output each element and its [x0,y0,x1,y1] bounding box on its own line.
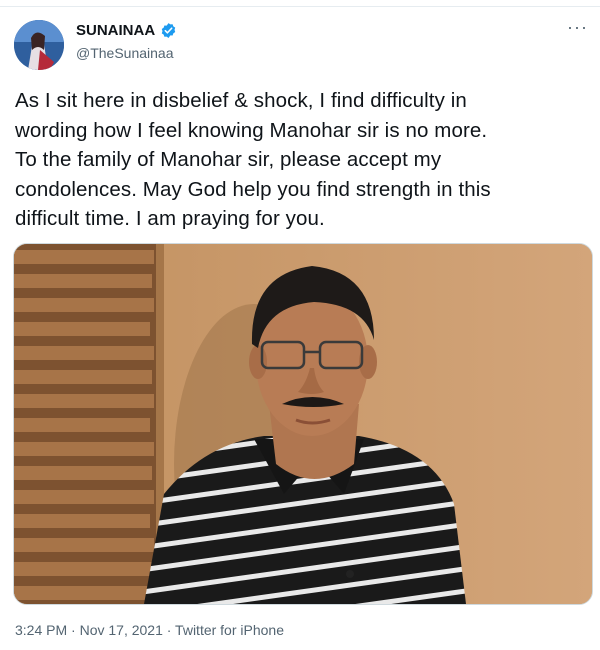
verified-badge-icon [160,22,177,39]
author-name[interactable]: SUNAINAA [76,22,155,39]
tweet-card: SUNAINAA @TheSunainaa ··· As I sit here … [0,0,600,650]
author-handle[interactable]: @TheSunainaa [76,45,174,61]
tweet-text: As I sit here in disbelief & shock, I fi… [15,89,491,230]
avatar-image [14,20,64,70]
more-options-icon[interactable]: ··· [567,18,588,36]
author-row: SUNAINAA [76,22,177,39]
tweet-photo[interactable] [13,243,593,605]
avatar[interactable] [14,20,64,70]
photo-man-striped-shirt [14,244,592,604]
top-divider [0,6,600,7]
tweet-timestamp-source[interactable]: 3:24 PM · Nov 17, 2021 · Twitter for iPh… [15,622,284,638]
